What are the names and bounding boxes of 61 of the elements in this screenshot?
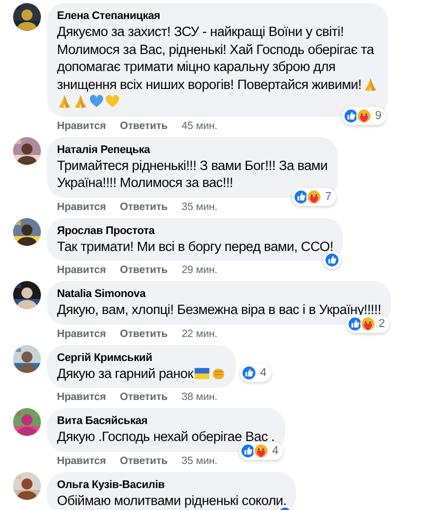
reaction-count: 7 bbox=[325, 190, 332, 204]
author-name[interactable]: Елена Степаницкая bbox=[57, 9, 378, 23]
timestamp[interactable]: 22 мин. bbox=[182, 326, 218, 342]
reactions-badge[interactable] bbox=[323, 251, 342, 269]
heart-icon bbox=[89, 94, 104, 110]
hugging-face-icon bbox=[306, 188, 322, 204]
thumbs-up-icon bbox=[241, 365, 258, 381]
comment-text: Так тримати! Ми всі в боргу перед вами, ССО! bbox=[57, 238, 334, 255]
reactions-badge[interactable]: 4 bbox=[239, 442, 283, 460]
praying-hands-icon bbox=[73, 94, 88, 110]
reply-link[interactable]: Ответить bbox=[120, 198, 168, 214]
like-link[interactable]: Нравится bbox=[57, 326, 106, 342]
reply-link[interactable]: Ответить bbox=[120, 118, 168, 134]
hugging-face-icon bbox=[253, 442, 270, 458]
timestamp[interactable]: 35 мин. bbox=[182, 198, 218, 214]
hugging-face-icon bbox=[360, 316, 376, 332]
reaction-count: 2 bbox=[378, 317, 386, 330]
timestamp[interactable]: 35 мин. bbox=[182, 452, 218, 468]
timestamp[interactable]: 45 мин. bbox=[182, 118, 218, 134]
author-name[interactable]: Ярослав Простота bbox=[57, 224, 334, 238]
comment-text: Дякую за гарний ранок bbox=[57, 364, 194, 382]
reply-link[interactable]: Ответить bbox=[120, 262, 168, 278]
hugging-face-icon bbox=[356, 108, 372, 124]
comment-text: Обіймаю молитвами рідненькі соколи. bbox=[57, 492, 286, 509]
reaction-count: 4 bbox=[272, 444, 279, 458]
like-link[interactable]: Нравится bbox=[57, 452, 106, 468]
author-name[interactable]: Ольга Кузів-Василів bbox=[57, 478, 286, 492]
reactions-badge[interactable]: 2 bbox=[346, 314, 390, 332]
reaction-count: 4 bbox=[260, 366, 267, 380]
like-link[interactable]: Нравится bbox=[57, 198, 106, 214]
thumbs-up-icon bbox=[240, 442, 256, 458]
thumbs-up-icon bbox=[346, 316, 363, 332]
author-name[interactable]: Сергій Кримський bbox=[57, 350, 226, 364]
comment-text: допомагає тримати міцно каральну зброю для bbox=[57, 58, 336, 76]
comment-text: Україна!!!! Молимося за вас!!! bbox=[57, 174, 233, 192]
timestamp[interactable]: 38 мин. bbox=[182, 389, 218, 405]
flag-icon bbox=[194, 368, 210, 379]
like-link[interactable]: Нравится bbox=[57, 389, 106, 405]
reply-link[interactable]: Ответить bbox=[120, 452, 168, 468]
reply-link[interactable]: Ответить bbox=[120, 326, 168, 342]
reply-link[interactable]: Ответить bbox=[120, 389, 168, 405]
reactions-badge[interactable]: 4 bbox=[240, 364, 271, 382]
reaction-count: 9 bbox=[375, 108, 382, 122]
comment-text: знищення всіх ниших ворогів! Повертайся живими! bbox=[57, 76, 362, 93]
heart-icon bbox=[105, 94, 120, 110]
reactions-badge[interactable]: 9 bbox=[342, 106, 386, 124]
thumbs-up-icon bbox=[324, 252, 340, 268]
author-name[interactable]: Natalia Simonova bbox=[57, 287, 382, 301]
thumbs-up-icon bbox=[343, 108, 360, 124]
like-link[interactable]: Нравится bbox=[57, 262, 106, 278]
comment-text: Дякуємо за захист! ЗСУ - найкращі Воїни у світі! bbox=[57, 23, 344, 40]
praying-hands-icon bbox=[57, 94, 72, 110]
praying-hands-icon bbox=[362, 76, 378, 92]
author-name[interactable]: Вита Басяйськая bbox=[57, 414, 275, 428]
reactions-badge[interactable]: 7 bbox=[292, 188, 336, 206]
comment-text: Тримайтеся рідненькі!!! З вами Бог!!! За вами bbox=[57, 156, 328, 174]
author-name[interactable]: Наталія Репецька bbox=[57, 142, 328, 156]
like-link[interactable]: Нравится bbox=[57, 118, 106, 134]
timestamp[interactable]: 29 мин. bbox=[182, 262, 218, 278]
thumbs-up-icon bbox=[293, 188, 310, 204]
comment-text: Молимося за Вас, рідненькі! Хай Господь оберігає та bbox=[57, 40, 374, 58]
